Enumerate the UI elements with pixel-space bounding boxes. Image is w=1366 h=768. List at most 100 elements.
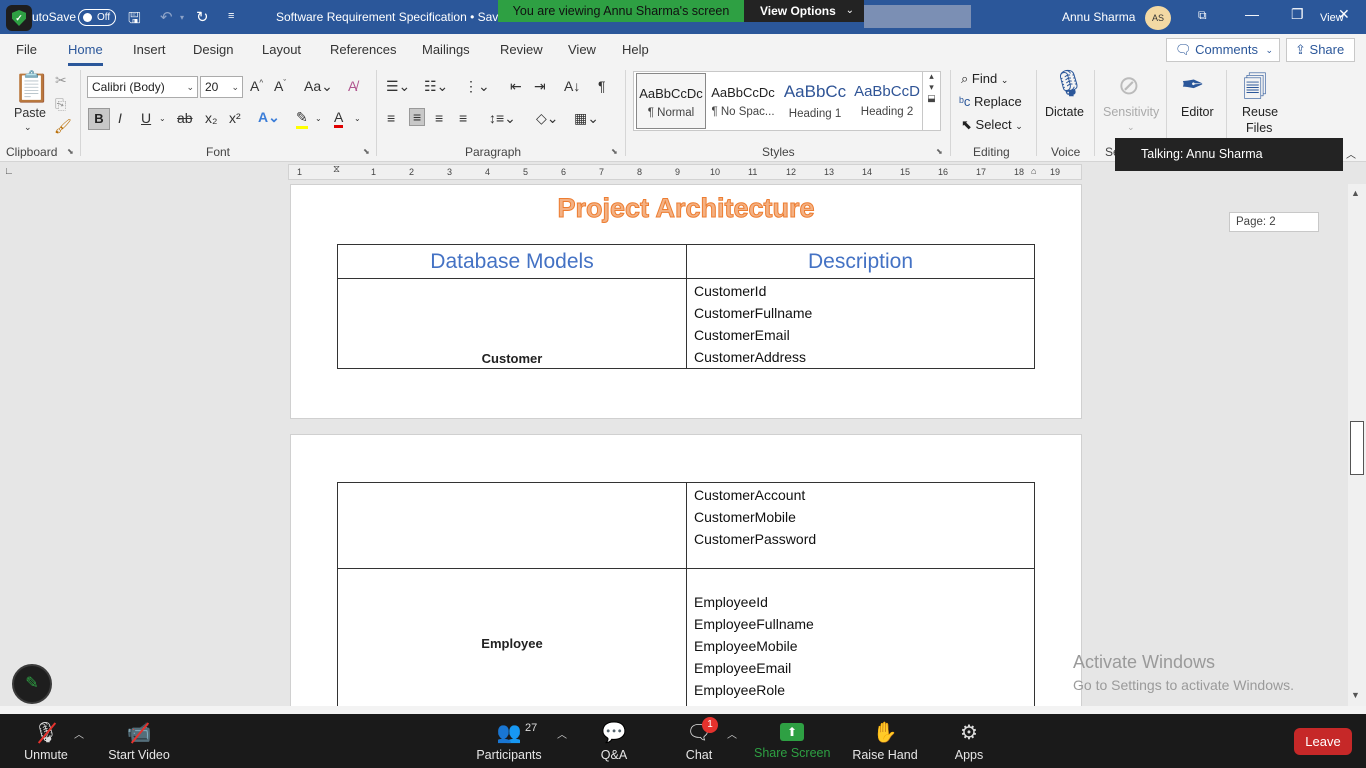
subscript-icon[interactable]: x₂	[205, 110, 217, 126]
align-left-icon[interactable]: ≡	[387, 110, 395, 126]
tab-help[interactable]: Help	[622, 42, 649, 57]
tab-design[interactable]: Design	[193, 42, 233, 57]
tab-mailings[interactable]: Mailings	[422, 42, 470, 57]
font-color-icon[interactable]: A	[334, 109, 344, 128]
share-button[interactable]: ⇪ Share	[1286, 38, 1355, 62]
style-normal[interactable]: AaBbCcDc ¶ Normal	[636, 73, 706, 129]
line-spacing-icon[interactable]: ↕≡⌄	[489, 110, 516, 127]
scroll-down-icon[interactable]: ▼	[1351, 690, 1360, 700]
undo-icon[interactable]: ↶	[160, 8, 173, 26]
participants-options-icon[interactable]: ︿	[557, 726, 567, 741]
audio-options-icon[interactable]: ︿	[74, 726, 84, 741]
text-effects-icon[interactable]: A⌄	[258, 109, 280, 126]
reuse-files-line1[interactable]: Reuse	[1242, 105, 1278, 119]
align-center-icon[interactable]: ≡	[409, 108, 426, 126]
share-screen-button[interactable]: ⬆ Share Screen	[754, 714, 830, 768]
style-heading-1[interactable]: AaBbCc Heading 1	[780, 73, 850, 129]
clipboard-launcher-icon[interactable]: ⬊	[67, 147, 74, 156]
copy-icon[interactable]: ⎘	[55, 96, 66, 113]
zoom-security-icon[interactable]: ✓	[6, 5, 32, 31]
comments-button[interactable]: 🗨 Comments ⌄	[1166, 38, 1280, 62]
multilevel-list-icon[interactable]: ⋮⌄	[464, 78, 490, 95]
font-launcher-icon[interactable]: ⬊	[363, 147, 370, 156]
chat-button[interactable]: 🗨 1 Chat	[682, 714, 718, 768]
cut-icon[interactable]: ✂	[55, 72, 67, 89]
leave-button[interactable]: Leave	[1294, 728, 1352, 755]
tab-view[interactable]: View	[568, 42, 596, 57]
borders-icon[interactable]: ▦⌄	[574, 110, 599, 127]
qa-button[interactable]: 💬 Q&A	[594, 714, 634, 768]
reuse-files-line2[interactable]: Files	[1246, 121, 1272, 135]
bold-button[interactable]: B	[88, 108, 110, 130]
editor-icon[interactable]: ✒	[1181, 68, 1204, 101]
chat-options-icon[interactable]: ︿	[727, 726, 737, 741]
decrease-indent-icon[interactable]: ⇤	[510, 78, 522, 95]
underline-button[interactable]: U	[141, 110, 151, 126]
strikethrough-icon[interactable]: ab	[177, 110, 193, 126]
tab-home[interactable]: Home	[68, 42, 103, 66]
restore-icon[interactable]: ❐	[1291, 6, 1304, 23]
highlight-icon[interactable]: ✎	[296, 109, 308, 129]
customize-toolbar-icon[interactable]: ≡	[228, 10, 234, 22]
right-indent-marker-icon[interactable]: ⌂	[1031, 166, 1036, 176]
minimize-icon[interactable]: —	[1245, 6, 1259, 22]
align-right-icon[interactable]: ≡	[435, 110, 443, 126]
vertical-scrollbar[interactable]: ▲ ▼	[1348, 184, 1366, 706]
tab-references[interactable]: References	[330, 42, 396, 57]
change-case-icon[interactable]: Aa⌄	[304, 78, 333, 95]
redo-icon[interactable]: ↻	[196, 8, 209, 26]
zoom-view-label[interactable]: View	[1320, 12, 1344, 24]
participants-button[interactable]: 👥 27 Participants	[474, 714, 544, 768]
paragraph-launcher-icon[interactable]: ⬊	[611, 147, 618, 156]
indent-marker-icon[interactable]: ⧖	[333, 164, 340, 175]
microphone-icon[interactable]: 🎙	[1052, 68, 1085, 99]
apps-button[interactable]: ⚙ Apps	[950, 714, 988, 768]
save-icon[interactable]: 🖫	[128, 8, 141, 33]
styles-gallery-scroll[interactable]: ▴ ▾ ⬓	[922, 71, 940, 131]
increase-indent-icon[interactable]: ⇥	[534, 78, 546, 95]
scroll-thumb[interactable]	[1350, 421, 1364, 475]
superscript-icon[interactable]: x²	[229, 110, 241, 126]
format-painter-icon[interactable]: 🖌	[54, 118, 72, 135]
highlight-dropdown-icon[interactable]: ⌄	[315, 114, 322, 123]
shrink-font-icon[interactable]: Aˇ	[274, 78, 286, 94]
raise-hand-button[interactable]: ✋ Raise Hand	[852, 714, 918, 768]
view-options-button[interactable]: View Options ⌄	[744, 0, 864, 22]
bullets-icon[interactable]: ☰⌄	[386, 78, 410, 95]
tab-review[interactable]: Review	[500, 42, 543, 57]
clear-formatting-icon[interactable]: A̸	[348, 78, 357, 94]
sort-icon[interactable]: A↓	[564, 78, 580, 94]
annotate-pen-button[interactable]: ✎	[12, 664, 52, 704]
font-color-dropdown-icon[interactable]: ⌄	[354, 114, 361, 123]
paste-label[interactable]: Paste	[14, 106, 46, 120]
find-button[interactable]: ⌕ Find ⌄	[961, 71, 1008, 87]
shading-icon[interactable]: ◇⌄	[536, 110, 559, 127]
grow-font-icon[interactable]: A^	[250, 78, 263, 94]
tab-file[interactable]: File	[16, 42, 37, 57]
paste-icon[interactable]: 📋	[13, 70, 50, 105]
select-button[interactable]: ⬉ Select ⌄	[961, 117, 1023, 133]
font-size-select[interactable]: 20 ⌄	[200, 76, 243, 98]
underline-dropdown-icon[interactable]: ⌄	[159, 114, 166, 123]
show-formatting-icon[interactable]: ¶	[598, 78, 606, 94]
styles-launcher-icon[interactable]: ⬊	[936, 147, 943, 156]
style-heading-2[interactable]: AaBbCcD Heading 2	[852, 73, 922, 129]
numbering-icon[interactable]: ☷⌄	[424, 78, 448, 95]
unmute-button[interactable]: 🎙 Unmute	[20, 714, 72, 768]
editor-button[interactable]: Editor	[1181, 105, 1214, 119]
scroll-up-icon[interactable]: ▲	[1351, 188, 1360, 198]
dictate-button[interactable]: Dictate	[1045, 105, 1084, 119]
tab-insert[interactable]: Insert	[133, 42, 166, 57]
undo-dropdown-icon[interactable]: ▾	[180, 13, 184, 22]
ribbon-display-icon[interactable]: ⧉	[1198, 8, 1207, 23]
autosave-toggle[interactable]: Off	[78, 9, 116, 26]
tab-layout[interactable]: Layout	[262, 42, 301, 57]
paste-dropdown-icon[interactable]: ⌄	[24, 122, 32, 133]
italic-button[interactable]: I	[118, 110, 122, 126]
avatar[interactable]: AS	[1145, 6, 1171, 30]
tab-selector-icon[interactable]: ∟	[4, 166, 14, 177]
justify-icon[interactable]: ≡	[459, 110, 467, 126]
start-video-button[interactable]: 📹 Start Video	[106, 714, 172, 768]
search-box[interactable]	[864, 5, 971, 28]
collapse-ribbon-icon[interactable]: ︿	[1346, 146, 1356, 161]
